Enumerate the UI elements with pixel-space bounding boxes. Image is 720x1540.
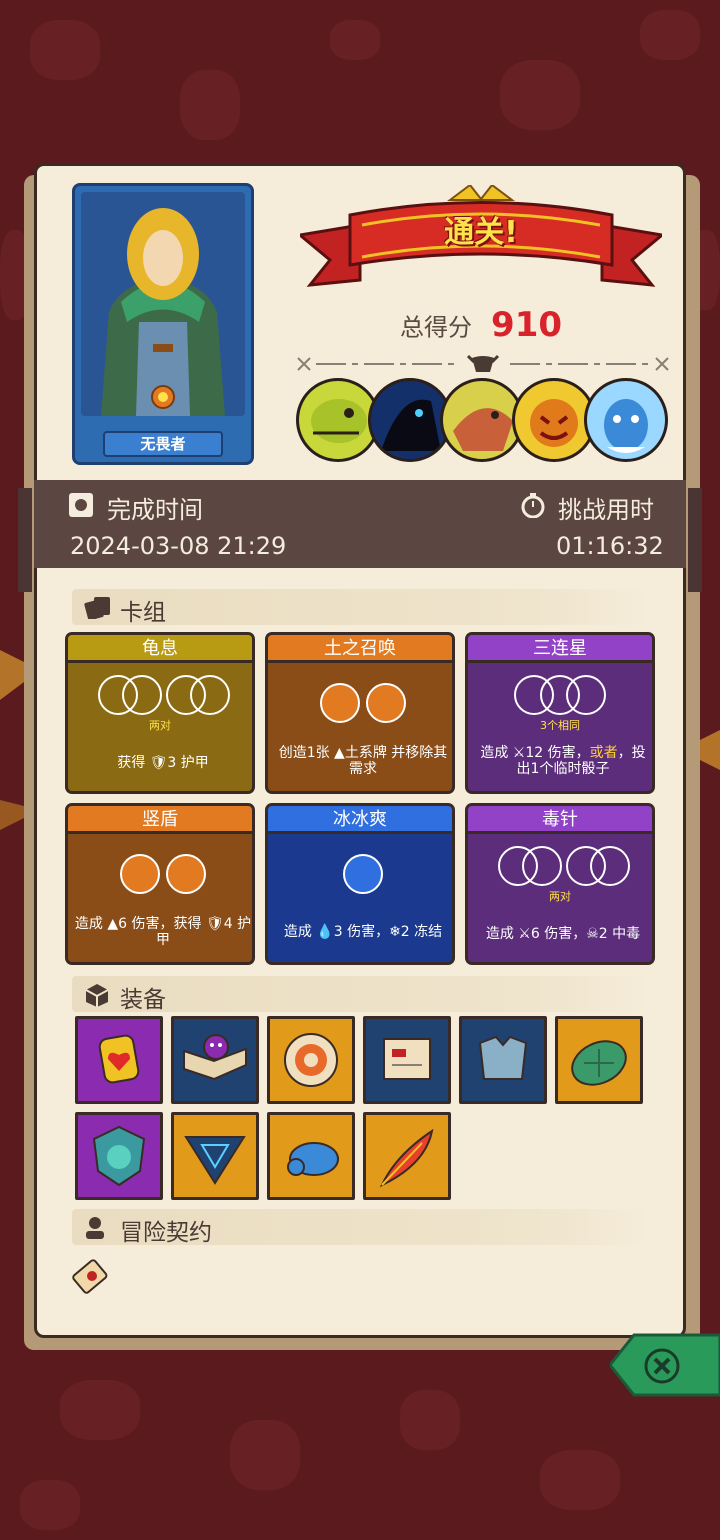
deck-card[interactable]: 三连星 3个相同 造成 ⚔12 伤害，或者，投出1个临时骰子 [465,632,655,794]
earth-dice-icon [320,683,360,723]
score-value: 910 [491,305,563,345]
dice-slot-icon [190,675,230,715]
film-icon [69,493,93,517]
timebar-edge-right [688,488,702,592]
card-requirement: 两对 [149,719,171,732]
duration-value: 01:16:32 [556,532,664,560]
card-desc-part: 造成 ⚔12 伤害， [480,745,590,761]
earth-dice-icon [166,854,206,894]
card-description: 造成 ⚔12 伤害，或者，投出1个临时骰子 [474,745,652,777]
card-desc-highlight: 或者 [589,745,618,761]
finish-time-value: 2024-03-08 21:29 [70,532,287,560]
orange-medallion-icon[interactable] [267,1016,355,1104]
lion-emblem-icon[interactable] [75,1112,163,1200]
stopwatch-icon [521,493,545,518]
deck-card[interactable]: 毒针 两对 造成 ⚔6 伤害，☠2 中毒 [465,803,655,965]
close-button[interactable] [610,1333,720,1397]
ornament-divider [297,354,669,372]
card-name: 龟息 [68,635,252,663]
heart-shield-icon[interactable] [75,1016,163,1104]
scroll-icon[interactable] [363,1016,451,1104]
card-description: 造成 ⚔6 伤害，☠2 中毒 [485,926,641,942]
deck-section-header: 卡组 [72,589,646,626]
deck-title: 卡组 [120,600,166,626]
equipment-section-header: 装备 [72,976,646,1013]
box-icon [85,984,109,1007]
card-description: 创造1张 ▲土系牌 并移除其需求 [278,745,448,777]
boss-list [296,378,670,464]
steel-armor-icon[interactable] [459,1016,547,1104]
equipment-title: 装备 [120,987,166,1013]
boss-ice-dragon-icon[interactable] [584,378,668,462]
contract-icon [86,1217,104,1239]
card-name: 冰冰爽 [268,806,452,834]
dice-slot-icon [122,675,162,715]
hero-card[interactable]: 无畏者 [72,183,254,465]
card-description: 造成 ▲6 伤害，获得 🛡4 护甲 [74,916,252,948]
earth-dice-icon [366,683,406,723]
deck-card[interactable]: 龟息 两对 获得 🛡3 护甲 [65,632,255,794]
timebar-edge-left [18,488,32,592]
deck-card[interactable]: 竖盾 造成 ▲6 伤害，获得 🛡4 护甲 [65,803,255,965]
banner-text: 通关! [444,215,518,250]
blue-slime-icon[interactable] [267,1112,355,1200]
cards-icon [84,597,110,619]
card-description: 造成 💧3 伤害，❄2 冻结 [283,924,443,940]
duration-label: 挑战用时 [558,496,654,524]
card-name: 毒针 [468,806,652,834]
turtle-shell-icon[interactable] [555,1016,643,1104]
card-requirement: 3个相同 [540,719,580,732]
card-name: 土之召唤 [268,635,452,663]
hero-name: 无畏者 [103,431,223,457]
deck-card[interactable]: 冰冰爽 造成 💧3 伤害，❄2 冻结 [265,803,455,965]
scroll-contract-icon[interactable] [66,1250,118,1302]
water-dice-icon [343,854,383,894]
card-name: 三连星 [468,635,652,663]
card-description: 获得 🛡3 护甲 [117,755,209,771]
hero-portrait [81,192,245,416]
dice-slot-icon [522,846,562,886]
contract-section-header: 冒险契约 [72,1209,646,1246]
earth-dice-icon [120,854,160,894]
deck-card[interactable]: 土之召唤 创造1张 ▲土系牌 并移除其需求 [265,632,455,794]
victory-banner: 通关! [296,183,666,295]
skull-book-icon[interactable] [171,1016,259,1104]
card-requirement: 两对 [549,890,571,903]
dice-slot-icon [566,675,606,715]
score-label: 总得分 [399,313,472,342]
dice-slot-icon [590,846,630,886]
finish-time-label: 完成时间 [107,496,203,524]
triangle-rune-icon[interactable] [171,1112,259,1200]
score-row: 总得分 910 [300,305,662,345]
contract-title: 冒险契约 [120,1220,212,1246]
card-name: 竖盾 [68,806,252,834]
phoenix-feather-icon[interactable] [363,1112,451,1200]
